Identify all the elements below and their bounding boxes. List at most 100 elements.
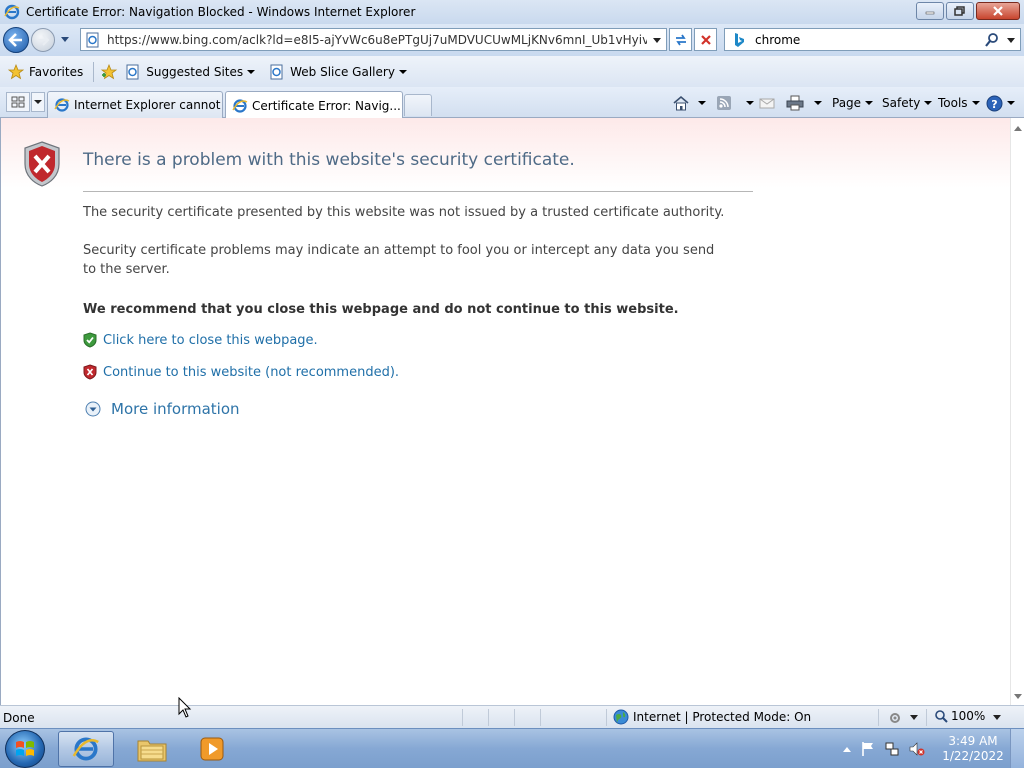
new-tab-button[interactable] [404,94,432,116]
page-icon [86,32,99,47]
window-controls [914,2,1020,20]
quick-tabs-button[interactable] [6,92,30,112]
system-clock[interactable]: 3:49 AM 1/22/2022 [942,734,1004,764]
chevron-down-icon [924,101,933,105]
close-webpage-link[interactable]: Click here to close this webpage. [83,332,318,348]
expand-down-icon [85,401,101,417]
navigation-bar: https://www.bing.com/aclk?ld=e8I5-ajYvWc… [0,24,1024,56]
taskbar-internet-explorer[interactable] [58,731,114,767]
back-button[interactable] [3,27,29,53]
notification-area [842,733,934,765]
search-box[interactable]: chrome [724,28,1021,51]
restore-button[interactable] [946,2,974,20]
help-icon: ? [986,95,1003,111]
volume-muted-icon[interactable] [908,741,926,757]
tools-menu-label: Tools [938,96,968,110]
add-favorite-icon [101,63,118,79]
network-icon[interactable] [884,741,900,757]
restore-icon [954,6,965,16]
suggested-sites-button[interactable]: Suggested Sites [125,64,256,80]
search-icon[interactable] [984,32,1000,48]
scroll-up-arrow-icon[interactable] [1014,126,1022,131]
stop-button[interactable] [694,28,717,51]
tools-menu[interactable]: Tools [938,92,980,114]
status-bar: Done Internet | Protected Mode: On 100% [0,705,1024,728]
start-button[interactable] [5,730,45,768]
search-options-dropdown-icon[interactable] [1006,34,1016,46]
read-mail-button[interactable] [759,92,775,114]
folder-icon [137,740,167,762]
error-shield-icon [24,141,60,187]
zoom-magnifier-icon [935,710,948,723]
page-menu[interactable]: Page [832,92,874,114]
refresh-button[interactable] [669,28,692,51]
add-to-favorites-bar-button[interactable] [100,63,123,80]
close-webpage-link-label[interactable]: Click here to close this webpage. [103,333,318,348]
close-window-button[interactable] [976,2,1020,20]
address-url[interactable]: https://www.bing.com/aclk?ld=e8I5-ajYvWc… [107,33,647,47]
security-zone-label: Internet | Protected Mode: On [633,710,812,724]
green-shield-check-icon [83,332,97,348]
internet-explorer-icon [4,4,20,20]
help-menu[interactable]: ? [986,92,1015,114]
address-dropdown-icon[interactable] [652,34,662,46]
home-icon [673,95,689,111]
window-title: Certificate Error: Navigation Blocked - … [26,5,416,19]
safety-menu[interactable]: Safety [882,92,933,114]
forward-button[interactable] [31,28,55,52]
web-slice-gallery-button[interactable]: Web Slice Gallery [269,64,407,80]
continue-to-website-link[interactable]: Continue to this website (not recommende… [83,364,399,380]
mail-icon [759,98,775,109]
quick-tabs-icon [11,96,25,108]
chevron-down-icon [746,101,754,105]
mouse-cursor-icon [178,697,192,718]
recent-pages-dropdown-icon[interactable] [58,32,72,46]
print-button[interactable] [786,92,822,114]
feeds-icon [717,96,731,110]
chevron-down-icon [247,69,256,74]
favorites-button[interactable]: Favorites [8,63,83,80]
chevron-down-icon[interactable] [910,715,918,721]
more-information-label[interactable]: More information [111,400,240,418]
feeds-button[interactable] [716,92,754,114]
vertical-scrollbar[interactable] [1010,118,1024,705]
taskbar-windows-explorer[interactable] [124,731,180,767]
search-query[interactable]: chrome [755,33,800,47]
chevron-down-icon [814,101,822,105]
security-zone[interactable]: Internet | Protected Mode: On [613,709,811,725]
internet-explorer-icon [232,98,248,113]
status-separator [606,709,607,726]
protected-mode-settings-icon[interactable] [888,710,904,726]
red-shield-x-icon [83,364,97,380]
scroll-down-arrow-icon[interactable] [1014,694,1022,699]
status-separator [926,709,927,726]
show-desktop-button[interactable] [1010,729,1024,768]
continue-link-label[interactable]: Continue to this website (not recommende… [103,365,399,380]
clock-date: 1/22/2022 [942,749,1004,763]
tab-ie-cannot-display[interactable]: Internet Explorer cannot di... [47,91,223,118]
more-information-toggle[interactable]: More information [85,400,240,418]
show-hidden-icons-icon[interactable] [842,745,852,753]
status-text: Done [3,711,35,725]
address-bar[interactable]: https://www.bing.com/aclk?ld=e8I5-ajYvWc… [80,28,667,51]
web-slice-gallery-label: Web Slice Gallery [290,64,395,79]
minimize-button[interactable] [916,2,944,20]
chevron-down-icon [34,100,42,104]
action-center-flag-icon[interactable] [860,741,876,757]
windows-logo-icon [16,741,34,756]
ie-page-icon [270,64,283,79]
suggested-sites-label: Suggested Sites [146,64,244,79]
status-separator [488,709,489,726]
status-separator [878,709,879,726]
tab-certificate-error[interactable]: Certificate Error: Navig... [225,91,403,119]
zoom-level-button[interactable]: 100% [934,709,985,723]
tab-bar: Internet Explorer cannot di... Certifica… [0,87,1024,119]
print-icon [786,95,804,111]
page-content: There is a problem with this website's s… [0,118,1024,705]
zoom-dropdown-icon[interactable] [993,715,1001,721]
tab-list-button[interactable] [31,92,45,112]
home-button[interactable] [672,92,706,114]
taskbar-windows-media-player[interactable] [184,731,240,767]
internet-explorer-icon [72,737,99,761]
status-separator [540,709,541,726]
